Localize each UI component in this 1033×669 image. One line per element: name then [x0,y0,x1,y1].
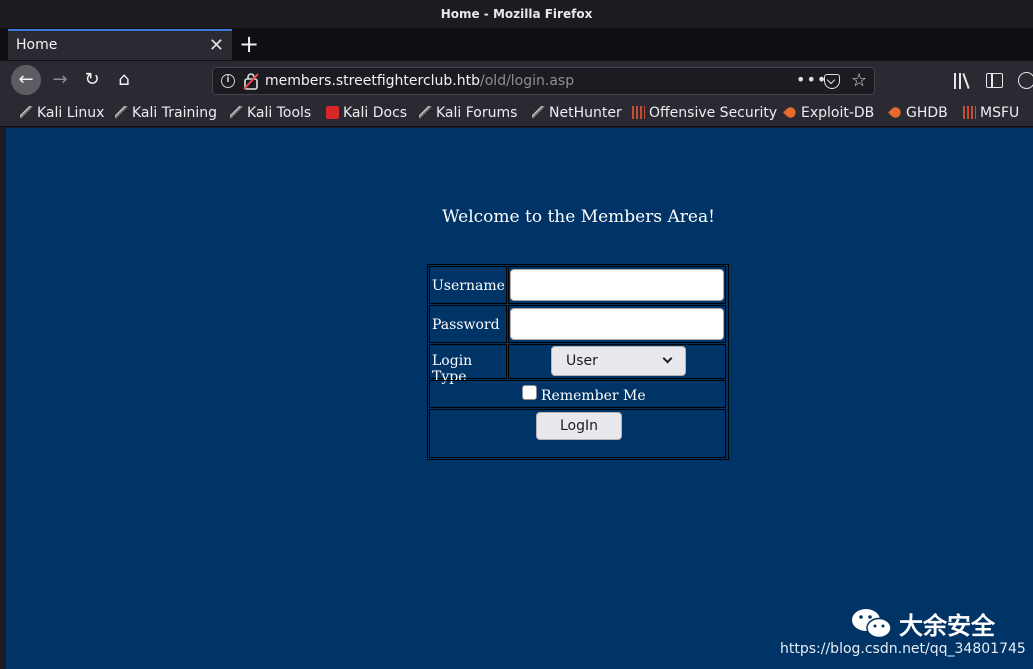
back-arrow-icon[interactable]: ← [11,65,41,95]
account-icon[interactable] [1018,72,1033,89]
library-icon[interactable] [954,73,972,89]
url-text[interactable]: members.streetfighterclub.htb/old/login.… [265,68,574,94]
username-label-cell: Username [429,266,507,304]
tab-strip: Home ✕ [0,28,1033,61]
kali-docs-icon [326,106,339,119]
username-label: Username [432,278,505,294]
window-title: Home - Mozilla Firefox [0,0,1033,28]
site-info-icon[interactable]: i [221,74,235,88]
bookmark-offensive-security[interactable]: Offensive Security [632,101,777,126]
reload-icon[interactable]: ↻ [77,65,107,95]
login-type-selected: User [566,353,598,369]
offsec-icon [632,106,645,119]
close-tab-icon[interactable]: ✕ [209,31,224,60]
tab-home[interactable]: Home ✕ [8,29,232,60]
remember-me-cell: Remember Me [429,380,726,408]
bookmarks-toolbar: Kali Linux Kali Training Kali Tools Kali… [0,101,1033,127]
pocket-icon[interactable] [824,74,840,89]
navigation-toolbar: ← → ↻ ⌂ i members.streetfighterclub.htb/… [0,61,1033,101]
welcome-heading: Welcome to the Members Area! [442,207,715,227]
bookmark-nethunter[interactable]: NetHunter [532,101,622,126]
address-bar[interactable]: i members.streetfighterclub.htb/old/logi… [212,67,875,95]
kali-dragon-icon [419,106,432,119]
watermark-brand: 大余安全 [899,612,995,640]
url-host: members.streetfighterclub.htb [265,73,481,89]
kali-dragon-icon [115,106,128,119]
exploit-db-icon [783,105,798,120]
login-form: Username Password Login Type User Rememb… [427,264,729,460]
login-button-cell: LogIn [429,409,726,458]
login-type-select[interactable]: User [551,346,686,376]
bookmark-kali-linux[interactable]: Kali Linux [20,101,104,126]
bookmark-star-icon[interactable]: ☆ [851,69,867,93]
login-type-select-cell: User [508,344,726,379]
password-label: Password [432,317,500,333]
password-label-cell: Password [429,305,507,343]
kali-dragon-icon [20,106,33,119]
tab-label: Home [16,37,58,53]
username-input[interactable] [510,269,724,301]
password-input-cell [508,305,726,343]
password-input[interactable] [510,308,724,340]
page-viewport: Welcome to the Members Area! Username Pa… [6,128,1033,669]
login-button[interactable]: LogIn [536,412,622,440]
exploit-db-icon [888,105,903,120]
kali-dragon-icon [532,106,545,119]
offsec-icon [963,106,976,119]
url-path: /old/login.asp [480,73,575,89]
new-tab-icon[interactable]: + [238,30,260,58]
chevron-down-icon [662,353,673,364]
remember-me-checkbox[interactable] [522,385,537,400]
kali-dragon-icon [230,106,243,119]
wechat-logo-icon [852,609,892,639]
login-type-label-cell: Login Type [429,344,507,385]
bookmark-ghdb[interactable]: GHDB [888,101,948,126]
bookmark-kali-tools[interactable]: Kali Tools [230,101,311,126]
bookmark-msfu[interactable]: MSFU [963,101,1019,126]
bookmark-kali-training[interactable]: Kali Training [115,101,217,126]
sidebar-icon[interactable] [986,73,1003,88]
watermark-url: https://blog.csdn.net/qq_34801745 [780,641,1026,657]
bookmark-exploit-db[interactable]: Exploit-DB [783,101,874,126]
insecure-lock-icon[interactable] [243,72,259,90]
bookmark-kali-forums[interactable]: Kali Forums [419,101,517,126]
remember-me-label: Remember Me [541,388,646,404]
page-actions-icon[interactable]: ••• [796,68,827,92]
bookmark-kali-docs[interactable]: Kali Docs [326,101,407,126]
username-input-cell [508,266,726,304]
forward-arrow-icon[interactable]: → [45,65,75,95]
home-icon[interactable]: ⌂ [109,65,139,95]
